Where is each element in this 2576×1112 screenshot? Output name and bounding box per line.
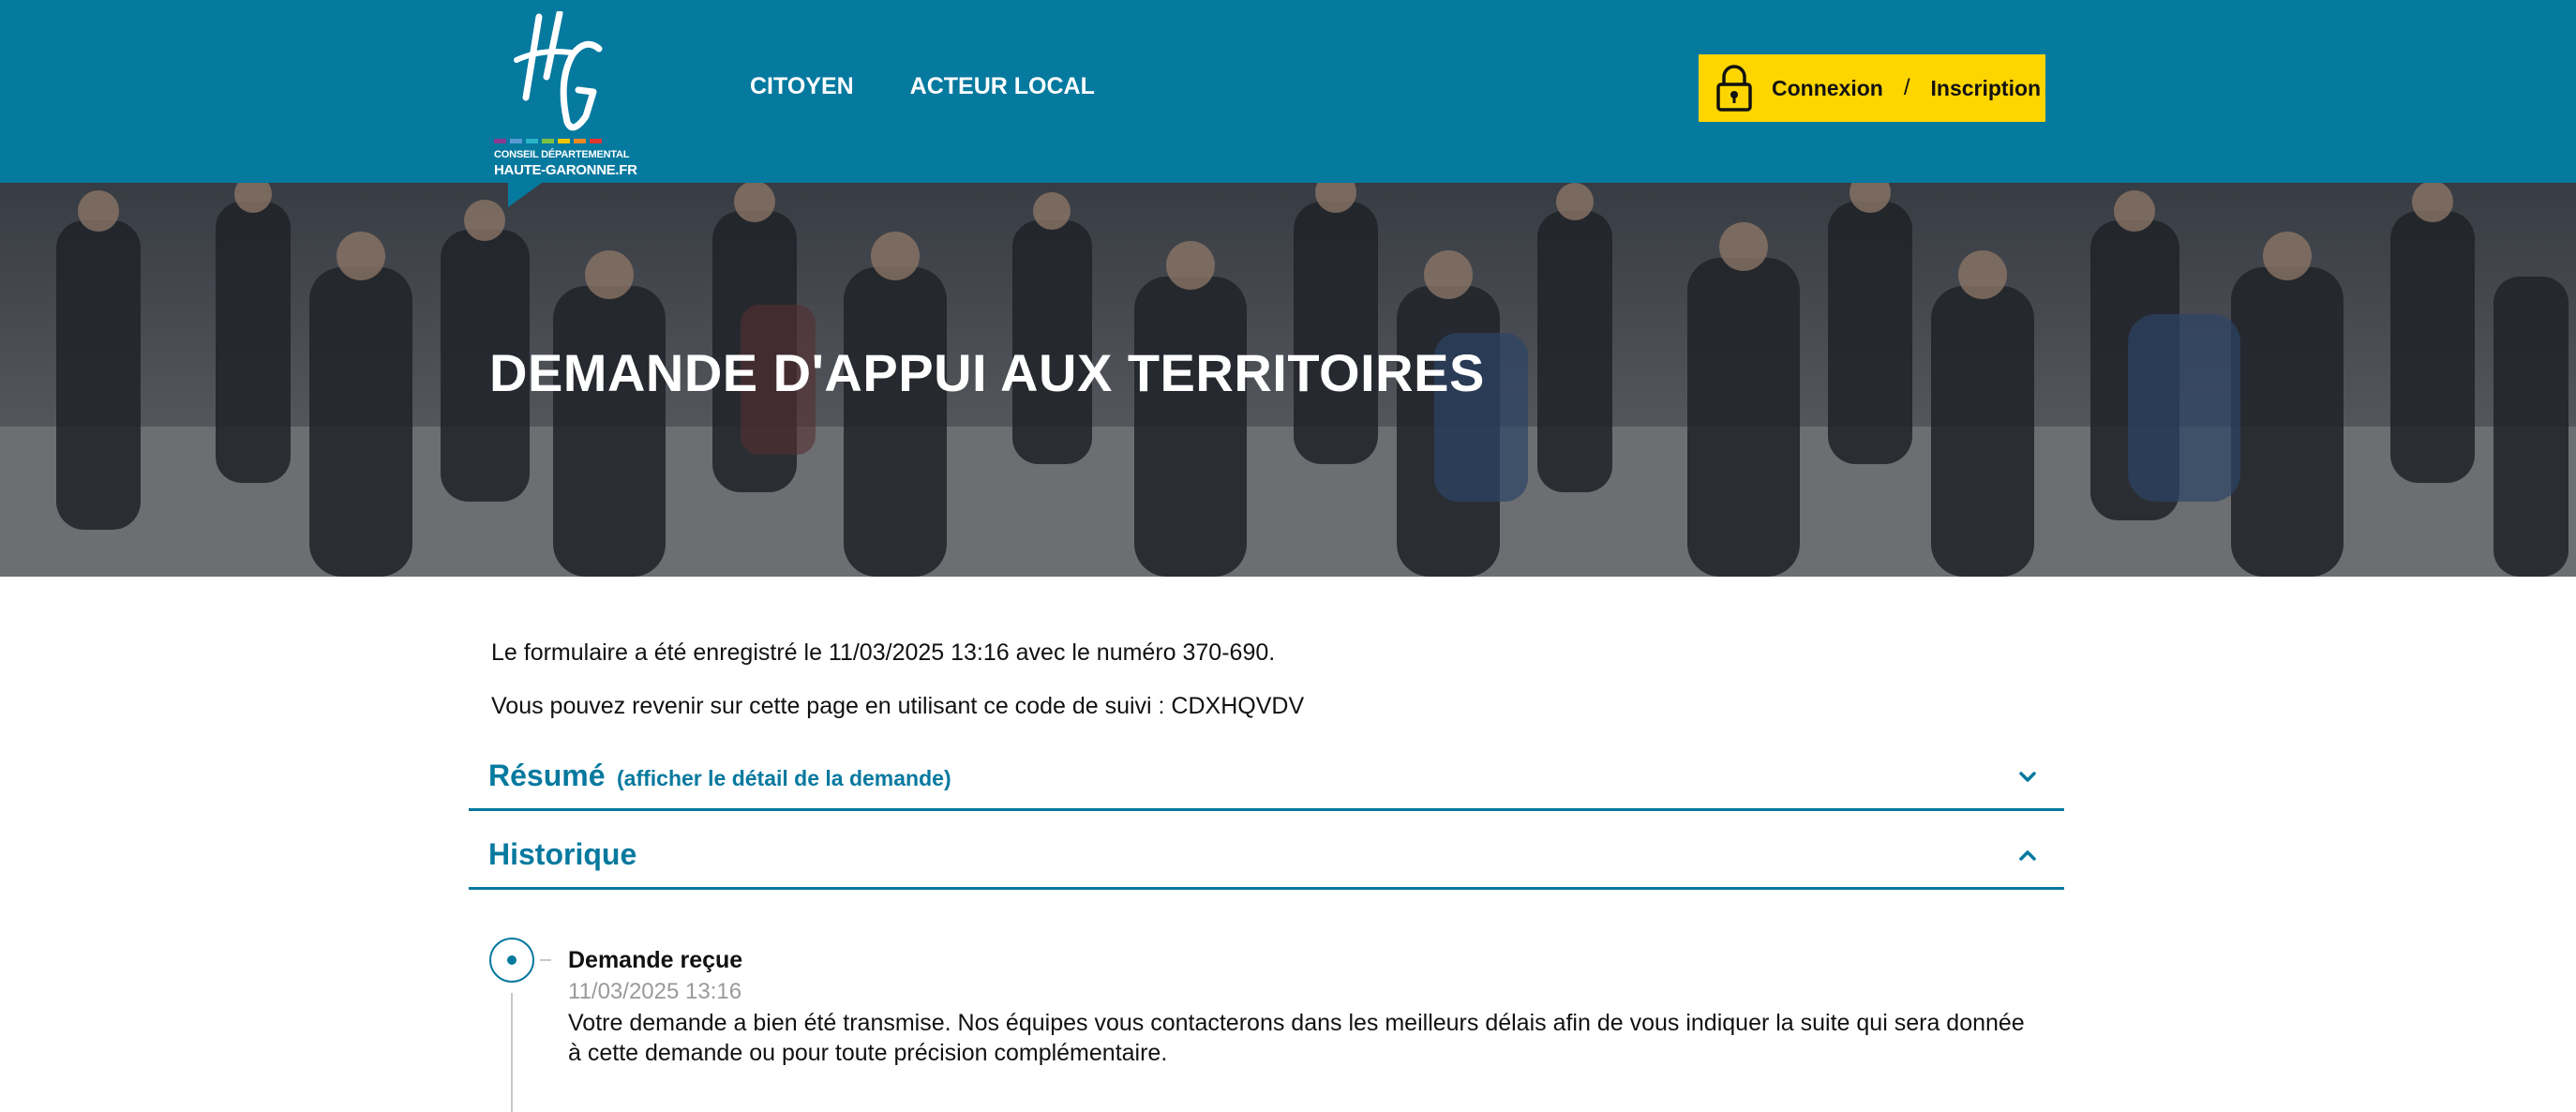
logo-tab-pointer	[508, 183, 542, 207]
event-date: 11/03/2025 13:16	[568, 979, 742, 1004]
logo[interactable]: CONSEIL DÉPARTEMENTAL HAUTE-GARONNE.FR	[492, 11, 637, 180]
saved-confirmation-text: Le formulaire a été enregistré le 11/03/…	[491, 639, 1276, 666]
nav-item-acteur-local[interactable]: ACTEUR LOCAL	[910, 73, 1095, 100]
logo-text-line2: HAUTE-GARONNE.FR	[494, 162, 637, 178]
main-nav: CITOYEN ACTEUR LOCAL	[750, 73, 1095, 100]
logo-text-line1: CONSEIL DÉPARTEMENTAL	[494, 149, 630, 160]
timeline-marker-icon	[489, 938, 534, 983]
event-title: Demande reçue	[568, 947, 743, 973]
timeline-connector	[540, 959, 551, 961]
timeline-line	[511, 993, 513, 1112]
logo-color-bars	[494, 139, 602, 143]
chevron-down-icon[interactable]	[2017, 766, 2038, 787]
history-title: Historique	[488, 837, 637, 871]
event-description: Votre demande a bien été transmise. Nos …	[568, 1010, 2025, 1066]
auth-separator: /	[1903, 75, 1910, 100]
auth-box: Connexion / Inscription	[1699, 54, 2045, 122]
chevron-up-icon[interactable]	[2017, 845, 2038, 865]
history-section-header[interactable]: Historique	[469, 811, 2064, 890]
tracking-code-text: Vous pouvez revenir sur cette page en ut…	[491, 693, 1305, 719]
logo-hg-mark	[514, 11, 603, 131]
hero-banner: DEMANDE D'APPUI AUX TERRITOIRES	[0, 183, 2576, 577]
summary-section-header[interactable]: Résumé (afficher le détail de la demande…	[469, 732, 2064, 811]
summary-title: Résumé	[488, 759, 606, 792]
site-header: CONSEIL DÉPARTEMENTAL HAUTE-GARONNE.FR C…	[0, 0, 2576, 183]
summary-detail-link[interactable]: (afficher le détail de la demande)	[617, 766, 951, 791]
nav-item-citoyen[interactable]: CITOYEN	[750, 73, 854, 100]
page-title: DEMANDE D'APPUI AUX TERRITOIRES	[489, 343, 1485, 402]
signup-link[interactable]: Inscription	[1931, 76, 2042, 101]
lock-icon	[1716, 65, 1752, 112]
login-link[interactable]: Connexion	[1772, 76, 1883, 101]
